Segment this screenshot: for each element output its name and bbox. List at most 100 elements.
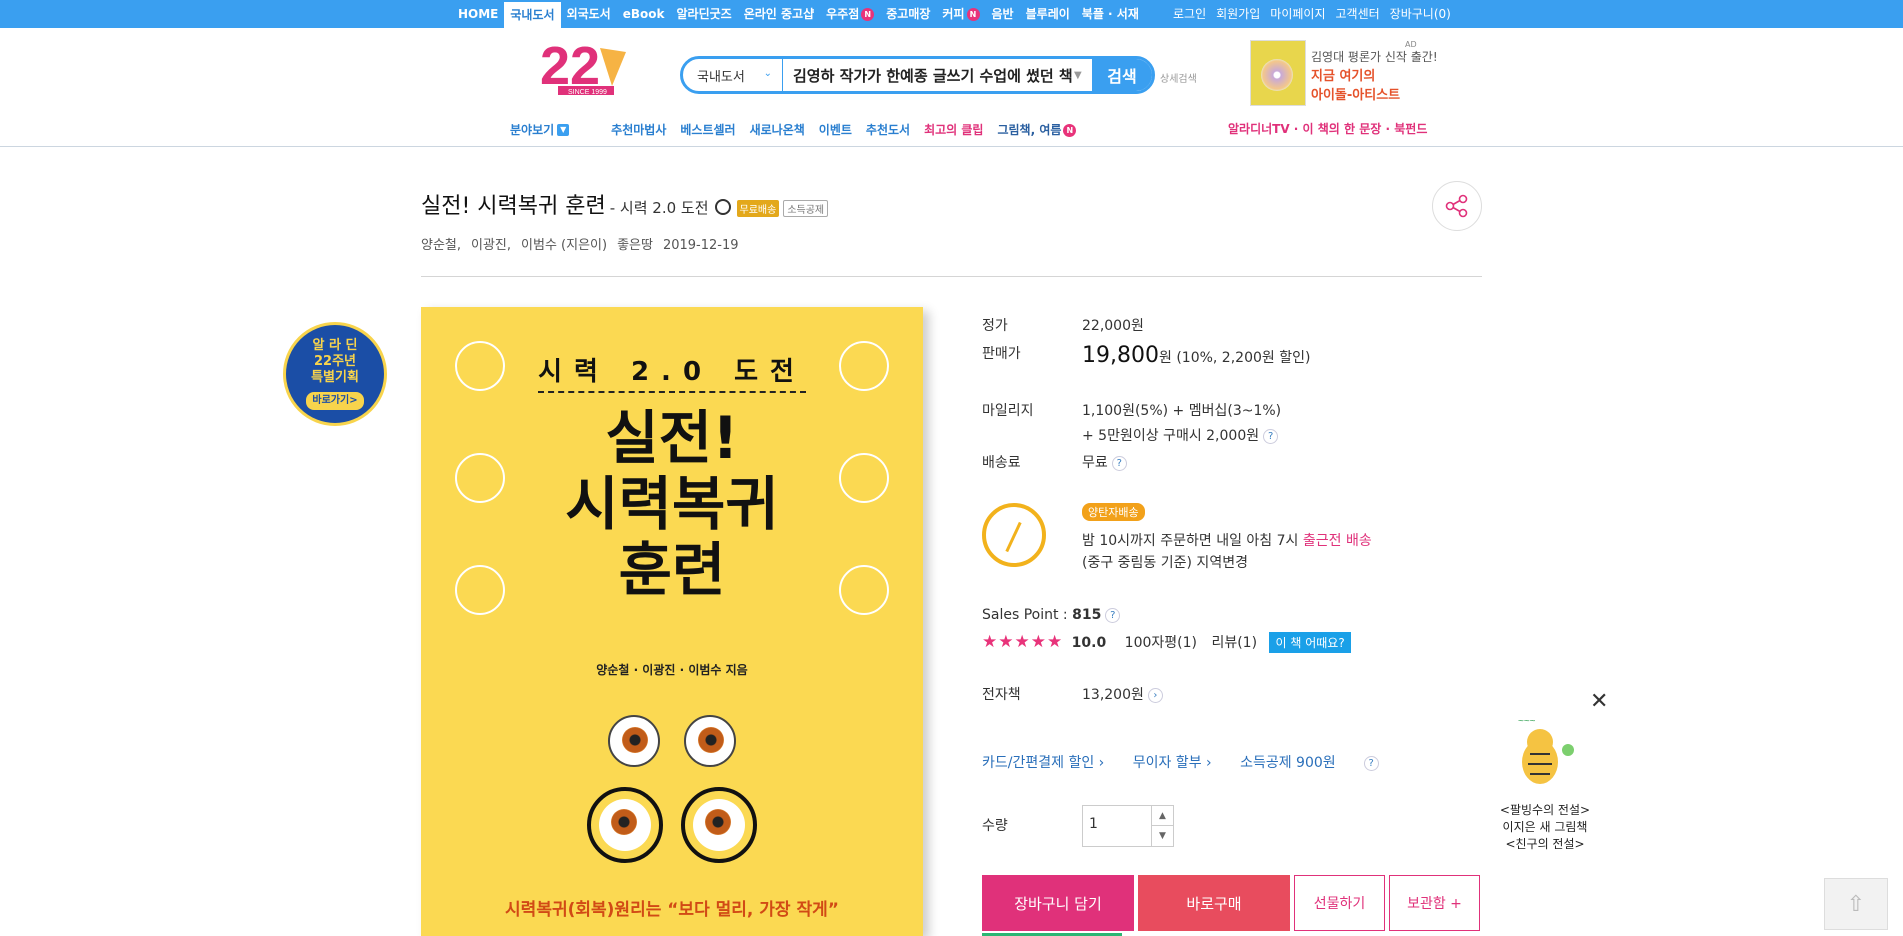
nav-support[interactable]: 고객센터: [1331, 0, 1385, 28]
shipping-label: 배송료: [982, 455, 1021, 471]
close-icon[interactable]: ✕: [1590, 689, 1608, 714]
dropdown-arrow-icon[interactable]: ▼: [1074, 70, 1092, 81]
subnav-categories-label: 분야보기: [510, 122, 555, 137]
nav-bluray[interactable]: 블루레이: [1020, 0, 1076, 28]
subnav-categories[interactable]: 분야보기 ▼: [510, 121, 570, 138]
sales-point-value: 815: [1072, 607, 1102, 623]
publisher-link[interactable]: 좋은땅: [617, 238, 653, 253]
nav-cart[interactable]: 장바구니(0): [1385, 0, 1456, 28]
cartoon-eye: [599, 799, 651, 851]
quantity-stepper[interactable]: ▲ ▼: [1152, 805, 1174, 847]
star-rating-icon: ★★★★★: [982, 632, 1064, 652]
chevron-up-icon[interactable]: ▲: [1152, 806, 1173, 826]
subnav-events[interactable]: 이벤트: [819, 121, 852, 138]
card-discount-link[interactable]: 카드/간편결제 할인 ›: [982, 755, 1104, 771]
subnav-recommended[interactable]: 추천도서: [866, 121, 910, 138]
subnav-recommend-wizard[interactable]: 추천마법사: [611, 121, 666, 138]
mileage-line1: 1,100원(5%) + 멤버십(3~1%): [1082, 403, 1282, 419]
help-icon[interactable]: ?: [1263, 428, 1279, 444]
search-input[interactable]: 김영하 작가가 한예종 글쓰기 수업에 썼던 책: [783, 65, 1074, 86]
subnav-new-books[interactable]: 새로나온책: [750, 121, 805, 138]
author-link[interactable]: 이광진,: [471, 238, 511, 253]
nav-goods[interactable]: 알라딘굿즈: [671, 0, 738, 28]
author-link[interactable]: 이범수 (지은이): [521, 238, 607, 253]
ad-album-image[interactable]: [1250, 40, 1306, 106]
chevron-down-icon[interactable]: ▼: [1152, 826, 1173, 846]
anniversary-promo-badge[interactable]: 알 라 딘 22주년 특별기획 바로가기>: [283, 312, 387, 428]
side-ad-line2: 이지은 새 그림책: [1502, 820, 1588, 834]
top-nav-left: HOME 국내도서 외국도서 eBook 알라딘굿즈 온라인 중고샵 우주점 N …: [452, 0, 1145, 28]
nav-coffee[interactable]: 커피 N: [936, 0, 985, 28]
nav-foreign-books[interactable]: 외국도서: [561, 0, 617, 28]
ad-line2: 지금 여기의: [1311, 69, 1376, 84]
search-category-select[interactable]: 국내도서 ⌄: [683, 59, 783, 91]
cartoon-eye: [693, 799, 745, 851]
review-link[interactable]: 리뷰(1): [1211, 635, 1257, 651]
author-link[interactable]: 양순철,: [421, 238, 461, 253]
delivery-line2[interactable]: (중구 중림동 기준) 지역변경: [1082, 552, 1248, 572]
subnav-bestseller[interactable]: 베스트셀러: [680, 121, 735, 138]
subnav-picture-books[interactable]: 그림책, 여름 N: [997, 121, 1077, 138]
list-price-label: 정가: [982, 318, 1008, 334]
help-icon[interactable]: ?: [1363, 755, 1379, 771]
add-to-cart-button[interactable]: 장바구니 담기: [982, 875, 1134, 931]
cover-bottom-text: 시력복귀(회복)원리는 “보다 멀리, 가장 작게”: [505, 900, 839, 920]
cd-disc-icon: [1261, 59, 1293, 91]
nav-used-shop[interactable]: 온라인 중고샵: [738, 0, 820, 28]
scroll-to-top-button[interactable]: ⇧: [1824, 878, 1888, 930]
cartoon-eye: [608, 715, 660, 767]
ad-text[interactable]: 김영대 평론가 신작 출간! 지금 여기의 아이돌-아티스트: [1311, 48, 1438, 103]
nav-ebook[interactable]: eBook: [617, 0, 671, 28]
sale-price-row: 판매가 19,800원 (10%, 2,200원 할인): [982, 343, 1482, 373]
header-divider: [0, 146, 1903, 147]
new-badge: N: [966, 8, 980, 21]
share-button[interactable]: [1432, 181, 1482, 231]
write-review-button[interactable]: 이 책 어때요?: [1269, 632, 1351, 653]
nav-domestic-books[interactable]: 국내도서: [504, 0, 561, 28]
nav-signup[interactable]: 회원가입: [1211, 0, 1265, 28]
search-bar: 국내도서 ⌄ 김영하 작가가 한예종 글쓰기 수업에 썼던 책 ▼ 검색: [680, 56, 1155, 94]
chart-icon: [455, 565, 505, 615]
ad-line3: 아이돌-아티스트: [1311, 88, 1401, 103]
help-icon[interactable]: ?: [1111, 455, 1127, 471]
wishlist-button[interactable]: 보관함 +: [1389, 875, 1480, 931]
aladin-22-logo[interactable]: 22 SINCE 1999: [538, 36, 632, 102]
advanced-search-link[interactable]: 상세검색: [1160, 70, 1197, 85]
nav-bookple[interactable]: 북플 · 서재: [1076, 0, 1145, 28]
promo-line2: 22주년: [313, 354, 356, 369]
tax-deduction-link[interactable]: 소득공제 900원?: [1240, 755, 1403, 771]
nav-ujujeom[interactable]: 우주점 N: [820, 0, 880, 28]
chevron-down-icon: ▼: [557, 124, 570, 136]
list-price-value: 22,000원: [1082, 318, 1144, 334]
search-icon[interactable]: [714, 199, 731, 215]
ad-line1: 김영대 평론가 신작 출간!: [1311, 50, 1438, 64]
search-button[interactable]: 검색: [1092, 59, 1152, 91]
buy-now-button[interactable]: 바로구매: [1138, 875, 1290, 931]
category-nav: 분야보기 ▼ 추천마법사 베스트셀러 새로나온책 이벤트 추천도서 최고의 클립 …: [510, 120, 1090, 138]
short-review-link[interactable]: 100자평(1): [1125, 635, 1197, 651]
subnav-best-clip[interactable]: 최고의 클립: [924, 121, 983, 138]
nav-used-store[interactable]: 중고매장: [880, 0, 936, 28]
ebook-price[interactable]: 13,200원 ›: [1082, 684, 1163, 704]
nav-mypage[interactable]: 마이페이지: [1265, 0, 1330, 28]
nav-login[interactable]: 로그인: [1168, 0, 1211, 28]
promo-go-link[interactable]: 바로가기>: [306, 392, 364, 410]
new-badge: N: [1063, 123, 1077, 137]
book-cover-image[interactable]: 시력 2.0 도전 실전! 시력복귀 훈련 양순철 · 이광진 · 이범수 지음…: [421, 307, 923, 936]
side-ad-text[interactable]: <팔빙수의 전설> 이지은 새 그림책 <친구의 전설>: [1482, 802, 1608, 853]
tax-deduction-badge: 소득공제: [783, 200, 829, 217]
side-ad-line3: <친구의 전설>: [1505, 837, 1585, 851]
delivery-line1: 밤 10시까지 주문하면 내일 아침 7시 출근전 배송: [1082, 533, 1372, 549]
chevron-down-icon: ⌄: [763, 68, 772, 79]
gift-button[interactable]: 선물하기: [1294, 875, 1385, 931]
nav-music[interactable]: 음반: [986, 0, 1020, 28]
subnav-right-links[interactable]: 알라디너TV · 이 책의 한 문장 · 북펀드: [1228, 120, 1427, 137]
quantity-input[interactable]: 1: [1082, 805, 1152, 847]
promo-line1: 알 라 딘: [312, 338, 358, 353]
tiger-illustration[interactable]: ~~~: [1510, 710, 1580, 800]
book-meta: 양순철, 이광진, 이범수 (지은이) 좋은땅 2019-12-19: [421, 234, 749, 253]
installment-link[interactable]: 무이자 할부 ›: [1133, 755, 1212, 771]
book-subtitle: - 시력 2.0 도전: [609, 199, 709, 217]
help-icon[interactable]: ?: [1105, 607, 1121, 623]
nav-home[interactable]: HOME: [452, 0, 504, 28]
